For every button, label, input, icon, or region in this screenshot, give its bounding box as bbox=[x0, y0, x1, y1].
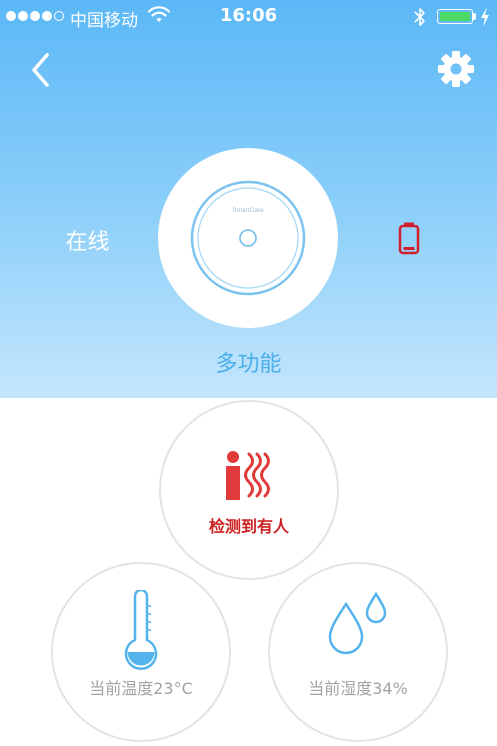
device-brand: SmartCare bbox=[232, 207, 264, 214]
gear-icon[interactable] bbox=[437, 50, 475, 88]
thermometer-icon bbox=[124, 590, 158, 670]
chevron-left-icon[interactable] bbox=[26, 50, 56, 90]
header-panel: 中国移动 16:06 在线 SmartCare 多功能 bbox=[0, 0, 497, 398]
bluetooth-icon bbox=[414, 8, 425, 26]
human-presence-icon bbox=[226, 451, 270, 500]
motion-status-label: 检测到有人 bbox=[208, 517, 289, 536]
device-mode-label: 多功能 bbox=[215, 352, 282, 377]
device-avatar[interactable]: SmartCare bbox=[158, 148, 338, 328]
water-drops-icon bbox=[328, 591, 387, 655]
humidity-sensor-card[interactable]: 当前湿度34% bbox=[268, 562, 448, 742]
temperature-sensor-card[interactable]: 当前温度23°C bbox=[51, 562, 231, 742]
device-image: SmartCare bbox=[190, 180, 306, 296]
phone-battery-icon bbox=[437, 9, 473, 24]
phone-battery-fill bbox=[440, 12, 470, 21]
status-bar: 中国移动 16:06 bbox=[0, 0, 497, 34]
humidity-label: 当前湿度34% bbox=[308, 679, 408, 698]
temperature-label: 当前温度23°C bbox=[89, 679, 193, 698]
motion-sensor-card[interactable]: 检测到有人 bbox=[159, 400, 339, 580]
charging-bolt-icon bbox=[481, 7, 489, 27]
device-status: 在线 bbox=[65, 230, 110, 255]
battery-low-icon bbox=[398, 222, 420, 255]
